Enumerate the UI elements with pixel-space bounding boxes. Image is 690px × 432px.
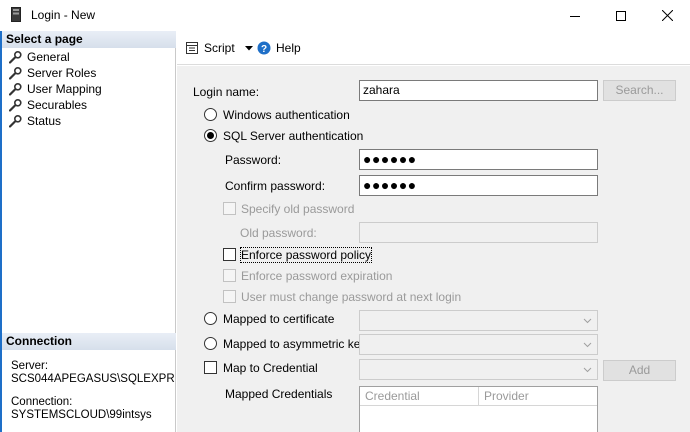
toolbar: Script ? Help <box>177 31 690 65</box>
general-page-panel: Login name: zahara Search... Windows aut… <box>177 66 690 432</box>
chevron-down-icon <box>583 318 592 324</box>
specify-old-password-label: Specify old password <box>241 202 355 216</box>
must-change-password-checkbox[interactable] <box>223 290 236 303</box>
page-item-label: Securables <box>27 98 88 112</box>
help-button[interactable]: ? Help <box>257 39 301 57</box>
mapped-credentials-grid[interactable]: Credential Provider <box>359 386 598 432</box>
asymmetric-key-combo[interactable] <box>359 334 598 355</box>
confirm-password-input[interactable]: ●●●●●● <box>359 175 598 196</box>
windows-auth-label: Windows authentication <box>223 108 350 122</box>
mapped-certificate-label: Mapped to certificate <box>223 312 335 326</box>
script-label: Script <box>204 41 235 55</box>
page-item-label: Server Roles <box>27 66 97 80</box>
close-icon <box>661 10 673 21</box>
sql-auth-radio[interactable] <box>204 129 217 142</box>
help-icon: ? <box>257 41 271 55</box>
wrench-icon <box>9 50 22 64</box>
dropdown-arrow-icon[interactable] <box>244 45 253 51</box>
chevron-down-icon <box>583 367 592 373</box>
credential-column-header[interactable]: Credential <box>360 387 479 406</box>
page-item-status[interactable]: Status <box>9 113 61 129</box>
wrench-icon <box>9 66 22 80</box>
maximize-button[interactable] <box>598 0 644 31</box>
enforce-password-expiration-label: Enforce password expiration <box>241 269 393 283</box>
page-item-label: User Mapping <box>27 82 102 96</box>
enforce-password-policy-checkbox[interactable] <box>223 248 236 261</box>
svg-text:?: ? <box>261 44 267 55</box>
page-item-securables[interactable]: Securables <box>9 97 87 113</box>
specify-old-password-checkbox[interactable] <box>223 202 236 215</box>
page-item-server-roles[interactable]: Server Roles <box>9 65 96 81</box>
server-icon <box>11 7 21 22</box>
add-credential-button[interactable]: Add <box>603 360 676 381</box>
window-title: Login - New <box>31 8 96 22</box>
old-password-input[interactable] <box>359 222 598 243</box>
server-value: SCS044APEGASUS\SQLEXPRESS <box>11 373 175 385</box>
map-credential-checkbox[interactable] <box>204 361 217 374</box>
wrench-icon <box>9 114 22 128</box>
maximize-icon <box>616 10 626 21</box>
password-input[interactable]: ●●●●●● <box>359 149 598 170</box>
search-button[interactable]: Search... <box>603 80 676 101</box>
provider-column-header[interactable]: Provider <box>479 387 597 406</box>
mapped-credentials-label: Mapped Credentials <box>225 387 333 401</box>
title-bar: Login - New <box>0 0 690 31</box>
page-item-label: Status <box>27 114 62 128</box>
minimize-icon <box>570 15 580 17</box>
wrench-icon <box>9 82 22 96</box>
page-item-general[interactable]: General <box>9 49 70 65</box>
connection-label: Connection: <box>11 396 73 408</box>
server-label: Server: <box>11 360 49 372</box>
must-change-password-label: User must change password at next login <box>241 290 462 304</box>
select-page-header: Select a page <box>2 31 176 48</box>
help-label: Help <box>276 41 301 55</box>
wrench-icon <box>9 98 22 112</box>
enforce-password-expiration-checkbox[interactable] <box>223 269 236 282</box>
close-button[interactable] <box>644 0 690 31</box>
script-icon <box>186 42 198 54</box>
old-password-label: Old password: <box>240 226 317 240</box>
page-item-user-mapping[interactable]: User Mapping <box>9 81 102 97</box>
mapped-certificate-radio[interactable] <box>204 312 217 325</box>
script-button[interactable]: Script <box>185 39 253 57</box>
confirm-password-label: Confirm password: <box>225 179 326 193</box>
chevron-down-icon <box>583 342 592 348</box>
sql-auth-label: SQL Server authentication <box>223 129 364 143</box>
enforce-password-policy-label: Enforce password policy <box>239 247 373 263</box>
mapped-asymmetric-key-label: Mapped to asymmetric key <box>223 337 367 351</box>
windows-auth-radio[interactable] <box>204 108 217 121</box>
credential-combo[interactable] <box>359 359 598 380</box>
minimize-button[interactable] <box>552 0 598 31</box>
connection-value: SYSTEMSCLOUD\99intsys <box>11 409 152 421</box>
login-name-input[interactable]: zahara <box>359 80 598 101</box>
connection-header: Connection <box>2 333 176 350</box>
page-item-label: General <box>27 50 70 64</box>
password-label: Password: <box>225 153 282 167</box>
certificate-combo[interactable] <box>359 310 598 331</box>
map-credential-label: Map to Credential <box>223 361 318 375</box>
window-border <box>0 31 2 432</box>
mapped-asymmetric-key-radio[interactable] <box>204 337 217 350</box>
login-name-label: Login name: <box>193 85 260 99</box>
